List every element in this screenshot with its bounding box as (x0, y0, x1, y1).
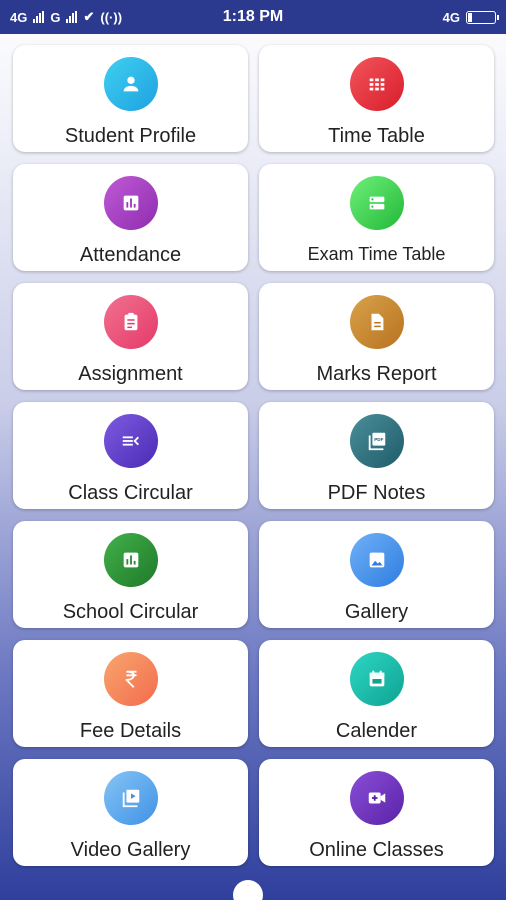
tile-time-table[interactable]: Time Table (259, 45, 494, 152)
tile-school-circular[interactable]: School Circular (13, 521, 248, 628)
tile-marks-report[interactable]: Marks Report (259, 283, 494, 390)
hotspot-icon: ((·)) (100, 9, 123, 25)
tile-assignment[interactable]: Assignment (13, 283, 248, 390)
tile-label: Class Circular (68, 482, 193, 504)
storage-icon (349, 176, 404, 230)
pdf-icon: PDF (349, 414, 404, 468)
tile-label: Student Profile (64, 125, 197, 147)
tile-pdf-notes[interactable]: PDF PDF Notes (259, 402, 494, 509)
tile-attendance[interactable]: Attendance (13, 164, 248, 271)
menu-grid: Student Profile Time Table Attendance Ex… (13, 45, 494, 866)
image-icon (349, 533, 404, 587)
tile-calender[interactable]: Calender (259, 640, 494, 747)
video-call-icon (349, 771, 404, 825)
check-icon: ✔ (83, 9, 95, 24)
tile-video-gallery[interactable]: Video Gallery (13, 759, 248, 866)
person-icon (103, 57, 158, 111)
network-label-2: G (50, 9, 61, 25)
status-bar: 4G G ✔ ((·)) 1:18 PM 4G (0, 0, 506, 34)
tile-label: Attendance (79, 244, 182, 266)
tile-label: PDF Notes (327, 482, 426, 504)
tile-online-classes[interactable]: Online Classes (259, 759, 494, 866)
tile-label: Assignment (78, 363, 183, 385)
network-label-1: 4G (10, 9, 28, 25)
tile-label: School Circular (62, 601, 199, 623)
clock: 1:18 PM (222, 8, 284, 25)
tile-label: Exam Time Table (307, 244, 446, 264)
tile-label: Fee Details (79, 720, 182, 742)
tile-gallery[interactable]: Gallery (259, 521, 494, 628)
calendar-icon (349, 652, 404, 706)
status-left: 4G G ✔ ((·)) (10, 9, 122, 25)
bar-chart-icon (103, 176, 158, 230)
document-icon (349, 295, 404, 349)
signal-icon (66, 11, 78, 23)
tile-label: Time Table (328, 125, 425, 147)
clipboard-icon (103, 295, 158, 349)
bar-chart-icon (103, 533, 158, 587)
battery-icon (466, 10, 499, 24)
network-label-3: 4G (442, 9, 460, 25)
signal-icon (33, 11, 45, 23)
tile-label: Online Classes (309, 839, 444, 861)
list-icon (103, 414, 158, 468)
tile-label: Marks Report (316, 363, 437, 385)
rupee-icon (103, 652, 158, 706)
tile-label: Video Gallery (70, 839, 191, 861)
tile-label: Calender (335, 720, 418, 742)
svg-text:PDF: PDF (374, 437, 383, 442)
tile-label: Gallery (344, 601, 409, 623)
tile-fee-details[interactable]: Fee Details (13, 640, 248, 747)
video-library-icon (103, 771, 158, 825)
home-button[interactable] (233, 880, 263, 910)
tile-student-profile[interactable]: Student Profile (13, 45, 248, 152)
status-right: 4G (442, 9, 499, 25)
tile-class-circular[interactable]: Class Circular (13, 402, 248, 509)
tile-exam-time-table[interactable]: Exam Time Table (259, 164, 494, 271)
grid-icon (349, 57, 404, 111)
